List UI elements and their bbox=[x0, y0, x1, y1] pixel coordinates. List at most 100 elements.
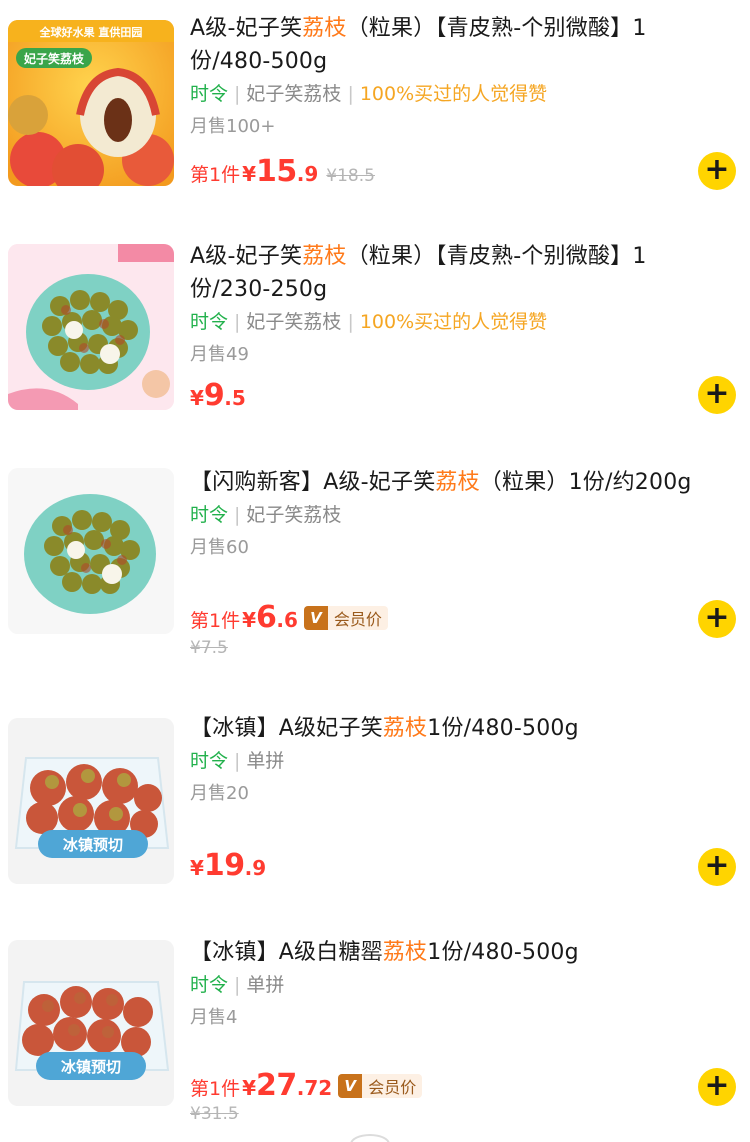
price-decimal: .5 bbox=[224, 386, 246, 410]
currency-symbol: ¥ bbox=[242, 1076, 257, 1100]
tag-separator: | bbox=[347, 83, 354, 105]
lychee-image: 冰镇预切 bbox=[8, 718, 174, 884]
product-info: A级-妃子笑荔枝（粒果）【青皮熟-个别微酸】1份/480-500g 时令 | 妃子笑… bbox=[190, 12, 726, 139]
monthly-sales: 月售49 bbox=[190, 344, 249, 365]
price-row: 第1件 ¥27.72 V 会员价 bbox=[190, 1068, 423, 1104]
add-to-cart-button[interactable]: + bbox=[698, 848, 736, 886]
add-to-cart-button[interactable]: + bbox=[698, 1068, 736, 1106]
original-price: ¥7.5 bbox=[190, 638, 228, 658]
member-price-badge: V 会员价 bbox=[303, 606, 388, 630]
title-highlight: 荔枝 bbox=[382, 716, 428, 741]
plus-icon: + bbox=[704, 600, 730, 635]
product-tags: 时令 | 单拼 bbox=[190, 748, 726, 774]
title-highlight: 荔枝 bbox=[382, 940, 428, 965]
variety-tag: 单拼 bbox=[246, 974, 285, 996]
price-integer: 9 bbox=[203, 378, 225, 413]
product-image[interactable] bbox=[8, 468, 174, 634]
lychee-image bbox=[8, 468, 174, 634]
price-row: 第1件 ¥15.9 ¥18.5 bbox=[190, 154, 375, 190]
season-tag: 时令 bbox=[190, 311, 229, 333]
product-card[interactable]: 冰镇预切 【冰镇】A级白糖罂荔枝1份/480-500g 时令 | 单拼 月售4 第1… bbox=[0, 936, 750, 1136]
first-piece-label: 第1件 bbox=[190, 610, 241, 632]
tag-separator: | bbox=[234, 504, 241, 526]
price-integer: 19 bbox=[203, 848, 245, 883]
price-integer: 27 bbox=[256, 1068, 297, 1103]
product-image[interactable] bbox=[8, 244, 174, 410]
season-tag: 时令 bbox=[190, 504, 229, 526]
plus-icon: + bbox=[704, 152, 730, 187]
product-title[interactable]: 【冰镇】A级妃子笑荔枝1份/480-500g bbox=[190, 712, 726, 745]
tag-separator: | bbox=[234, 974, 241, 996]
price-row: ¥9.5 bbox=[190, 378, 246, 414]
variety-tag: 妃子笑荔枝 bbox=[246, 504, 342, 526]
product-info: A级-妃子笑荔枝（粒果）【青皮熟-个别微酸】1份/230-250g 时令 | 妃子笑… bbox=[190, 240, 726, 367]
product-card[interactable]: 【闪购新客】A级-妃子笑荔枝（粒果）1份/约200g 时令 | 妃子笑荔枝 月售60… bbox=[0, 466, 750, 666]
price-integer: 15 bbox=[256, 154, 297, 189]
currency-symbol: ¥ bbox=[242, 608, 257, 632]
product-card[interactable]: 全球好水果 直供田园 妃子笑荔枝 A级-妃子笑荔枝（粒果）【青皮熟-个别微酸】1… bbox=[0, 12, 750, 212]
season-tag: 时令 bbox=[190, 974, 229, 996]
image-banner-text: 冰镇预切 bbox=[63, 836, 123, 854]
price-decimal: .72 bbox=[296, 1076, 333, 1100]
price-decimal: .9 bbox=[296, 162, 319, 186]
product-title[interactable]: 【闪购新客】A级-妃子笑荔枝（粒果）1份/约200g bbox=[190, 466, 726, 499]
variety-tag: 妃子笑荔枝 bbox=[246, 83, 342, 105]
monthly-sales: 月售20 bbox=[190, 783, 249, 804]
currency-symbol: ¥ bbox=[190, 386, 204, 410]
product-tags: 时令 | 单拼 bbox=[190, 972, 726, 998]
title-text: 【冰镇】A级妃子笑 bbox=[190, 716, 383, 741]
title-text: A级-妃子笑 bbox=[190, 16, 303, 41]
monthly-sales: 月售60 bbox=[190, 537, 249, 558]
variety-tag: 单拼 bbox=[246, 750, 285, 772]
currency-symbol: ¥ bbox=[242, 162, 257, 186]
add-to-cart-button[interactable]: + bbox=[698, 376, 736, 414]
plus-icon: + bbox=[704, 848, 730, 883]
price-decimal: .9 bbox=[244, 856, 267, 880]
product-info: 【闪购新客】A级-妃子笑荔枝（粒果）1份/约200g 时令 | 妃子笑荔枝 月售60 bbox=[190, 466, 726, 560]
image-title-text: 妃子笑荔枝 bbox=[23, 51, 85, 66]
title-highlight: 荔枝 bbox=[435, 470, 480, 495]
product-info: 【冰镇】A级白糖罂荔枝1份/480-500g 时令 | 单拼 月售4 bbox=[190, 936, 726, 1030]
product-title[interactable]: 【冰镇】A级白糖罂荔枝1份/480-500g bbox=[190, 936, 726, 969]
product-image[interactable]: 冰镇预切 bbox=[8, 940, 174, 1106]
price-row: ¥19.9 bbox=[190, 848, 266, 884]
praise-tag: 100%买过的人觉得赞 bbox=[359, 311, 548, 333]
first-piece-label: 第1件 bbox=[190, 1078, 241, 1100]
title-highlight: 荔枝 bbox=[302, 16, 347, 41]
monthly-sales: 月售100+ bbox=[190, 116, 276, 137]
image-banner-text: 冰镇预切 bbox=[61, 1058, 121, 1076]
original-price: ¥31.5 bbox=[190, 1104, 239, 1124]
title-text: 【闪购新客】A级-妃子笑 bbox=[190, 470, 436, 495]
currency-symbol: ¥ bbox=[190, 856, 204, 880]
vip-icon: V bbox=[338, 1074, 363, 1098]
plus-icon: + bbox=[704, 376, 730, 411]
product-card[interactable]: 冰镇预切 【冰镇】A级妃子笑荔枝1份/480-500g 时令 | 单拼 月售20 ¥… bbox=[0, 712, 750, 912]
product-tags: 时令 | 妃子笑荔枝 | 100%买过的人觉得赞 bbox=[190, 309, 726, 335]
first-piece-label: 第1件 bbox=[190, 164, 241, 186]
add-to-cart-button[interactable]: + bbox=[698, 600, 736, 638]
product-title[interactable]: A级-妃子笑荔枝（粒果）【青皮熟-个别微酸】1份/480-500g bbox=[190, 12, 726, 78]
product-image[interactable]: 全球好水果 直供田园 妃子笑荔枝 bbox=[8, 20, 174, 186]
tag-separator: | bbox=[234, 750, 241, 772]
original-price: ¥18.5 bbox=[326, 166, 375, 186]
lychee-image: 全球好水果 直供田园 妃子笑荔枝 bbox=[8, 20, 174, 186]
product-card[interactable]: A级-妃子笑荔枝（粒果）【青皮熟-个别微酸】1份/230-250g 时令 | 妃子笑… bbox=[0, 240, 750, 440]
title-text: A级-妃子笑 bbox=[190, 244, 303, 269]
title-text: （粒果）1份/约200g bbox=[479, 470, 692, 495]
title-highlight: 荔枝 bbox=[302, 244, 347, 269]
lychee-image: 冰镇预切 bbox=[8, 940, 174, 1106]
plus-icon: + bbox=[704, 1068, 730, 1103]
monthly-sales: 月售4 bbox=[190, 1007, 238, 1028]
title-text: 【冰镇】A级白糖罂 bbox=[190, 940, 383, 965]
product-title[interactable]: A级-妃子笑荔枝（粒果）【青皮熟-个别微酸】1份/230-250g bbox=[190, 240, 726, 306]
member-price-badge: V 会员价 bbox=[338, 1074, 423, 1098]
price-integer: 6 bbox=[256, 600, 277, 635]
add-to-cart-button[interactable]: + bbox=[698, 152, 736, 190]
member-price-label: 会员价 bbox=[368, 1078, 417, 1097]
title-text: 1份/480-500g bbox=[427, 716, 579, 741]
vip-icon: V bbox=[303, 606, 328, 630]
image-banner-text: 全球好水果 直供田园 bbox=[39, 25, 143, 39]
tag-separator: | bbox=[347, 311, 354, 333]
product-image[interactable]: 冰镇预切 bbox=[8, 718, 174, 884]
lychee-image bbox=[8, 244, 174, 410]
